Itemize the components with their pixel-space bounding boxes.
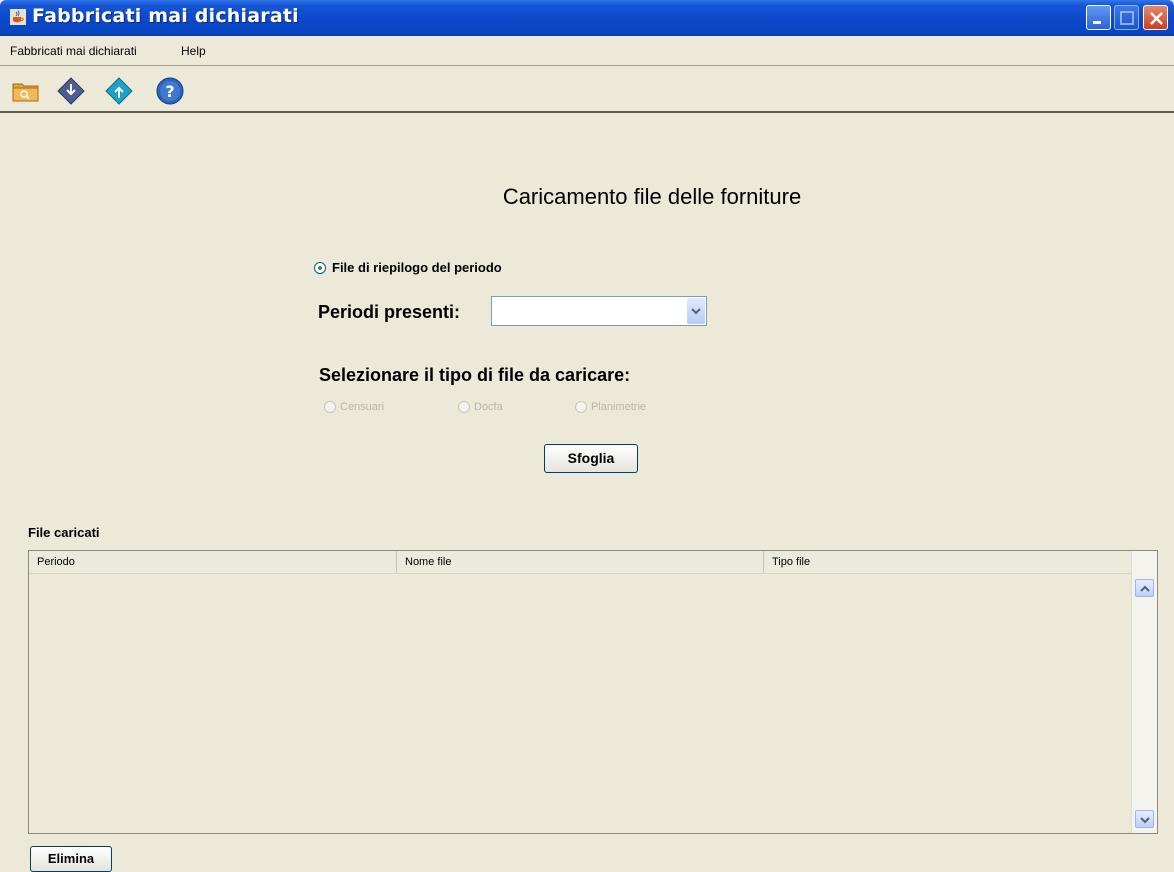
- java-cup-icon: [10, 9, 26, 25]
- chevron-down-icon: [1140, 817, 1150, 824]
- open-folder-icon: [12, 83, 39, 102]
- help-icon: ?: [156, 77, 184, 105]
- radio-censuari[interactable]: Censuari: [324, 401, 384, 413]
- radio-censuari-indicator[interactable]: [324, 401, 336, 413]
- file-caricati-label: File caricati: [28, 525, 100, 540]
- minimize-icon: [1093, 21, 1101, 24]
- page-title-text: Caricamento file delle forniture: [502, 184, 802, 209]
- maximize-button[interactable]: [1114, 5, 1139, 30]
- radio-planimetrie-label: Planimetrie: [591, 401, 647, 413]
- table-header: Periodo Nome file Tipo file: [29, 551, 1132, 574]
- scroll-down-button[interactable]: [1135, 810, 1154, 828]
- upload-button[interactable]: [104, 76, 134, 106]
- download-icon: [57, 77, 85, 105]
- radio-planimetrie-indicator[interactable]: [575, 401, 587, 413]
- column-tipo-file[interactable]: Tipo file: [764, 551, 1132, 573]
- close-icon: [1150, 12, 1163, 25]
- radio-censuari-label: Censuari: [340, 401, 385, 413]
- radio-docfa-label: Docfa: [474, 401, 503, 413]
- help-button[interactable]: ?: [155, 76, 185, 106]
- table-scrollbar[interactable]: [1131, 551, 1157, 833]
- radio-planimetrie[interactable]: Planimetrie: [575, 401, 646, 413]
- radio-riepilogo[interactable]: File di riepilogo del periodo: [314, 260, 502, 275]
- download-button[interactable]: [56, 76, 86, 106]
- radio-riepilogo-label: File di riepilogo del periodo: [332, 260, 502, 275]
- svg-text:?: ?: [165, 82, 174, 101]
- open-folder-button[interactable]: [11, 76, 41, 106]
- radio-docfa-indicator[interactable]: [458, 401, 470, 413]
- files-table: Periodo Nome file Tipo file: [28, 550, 1158, 834]
- menu-bar: Fabbricati mai dichiarati Help: [0, 36, 1174, 66]
- column-nome-file[interactable]: Nome file: [397, 551, 764, 573]
- title-bar[interactable]: Fabbricati mai dichiarati: [0, 0, 1174, 36]
- periodi-select[interactable]: [491, 296, 707, 326]
- toolbar: ?: [0, 67, 1174, 113]
- periodi-label: Periodi presenti:: [318, 302, 461, 322]
- close-button[interactable]: [1143, 5, 1168, 30]
- tipo-file-label: Selezionare il tipo di file da caricare:: [319, 365, 631, 385]
- periodi-select-arrow[interactable]: [687, 298, 705, 324]
- page-title: Caricamento file delle forniture: [0, 184, 1174, 210]
- chevron-up-icon: [1140, 585, 1150, 592]
- radio-selected-indicator[interactable]: [314, 261, 326, 274]
- menu-fabbricati[interactable]: Fabbricati mai dichiarati: [10, 44, 137, 58]
- column-periodo[interactable]: Periodo: [29, 551, 397, 573]
- minimize-button[interactable]: [1086, 5, 1111, 30]
- radio-docfa[interactable]: Docfa: [458, 401, 503, 413]
- window-title: Fabbricati mai dichiarati: [32, 5, 299, 27]
- upload-icon: [105, 77, 133, 105]
- chevron-down-icon: [691, 308, 701, 315]
- elimina-button[interactable]: Elimina: [30, 846, 112, 872]
- maximize-icon: [1120, 11, 1134, 25]
- menu-help[interactable]: Help: [181, 44, 206, 58]
- sfoglia-button[interactable]: Sfoglia: [544, 444, 638, 473]
- scroll-up-button[interactable]: [1135, 579, 1154, 597]
